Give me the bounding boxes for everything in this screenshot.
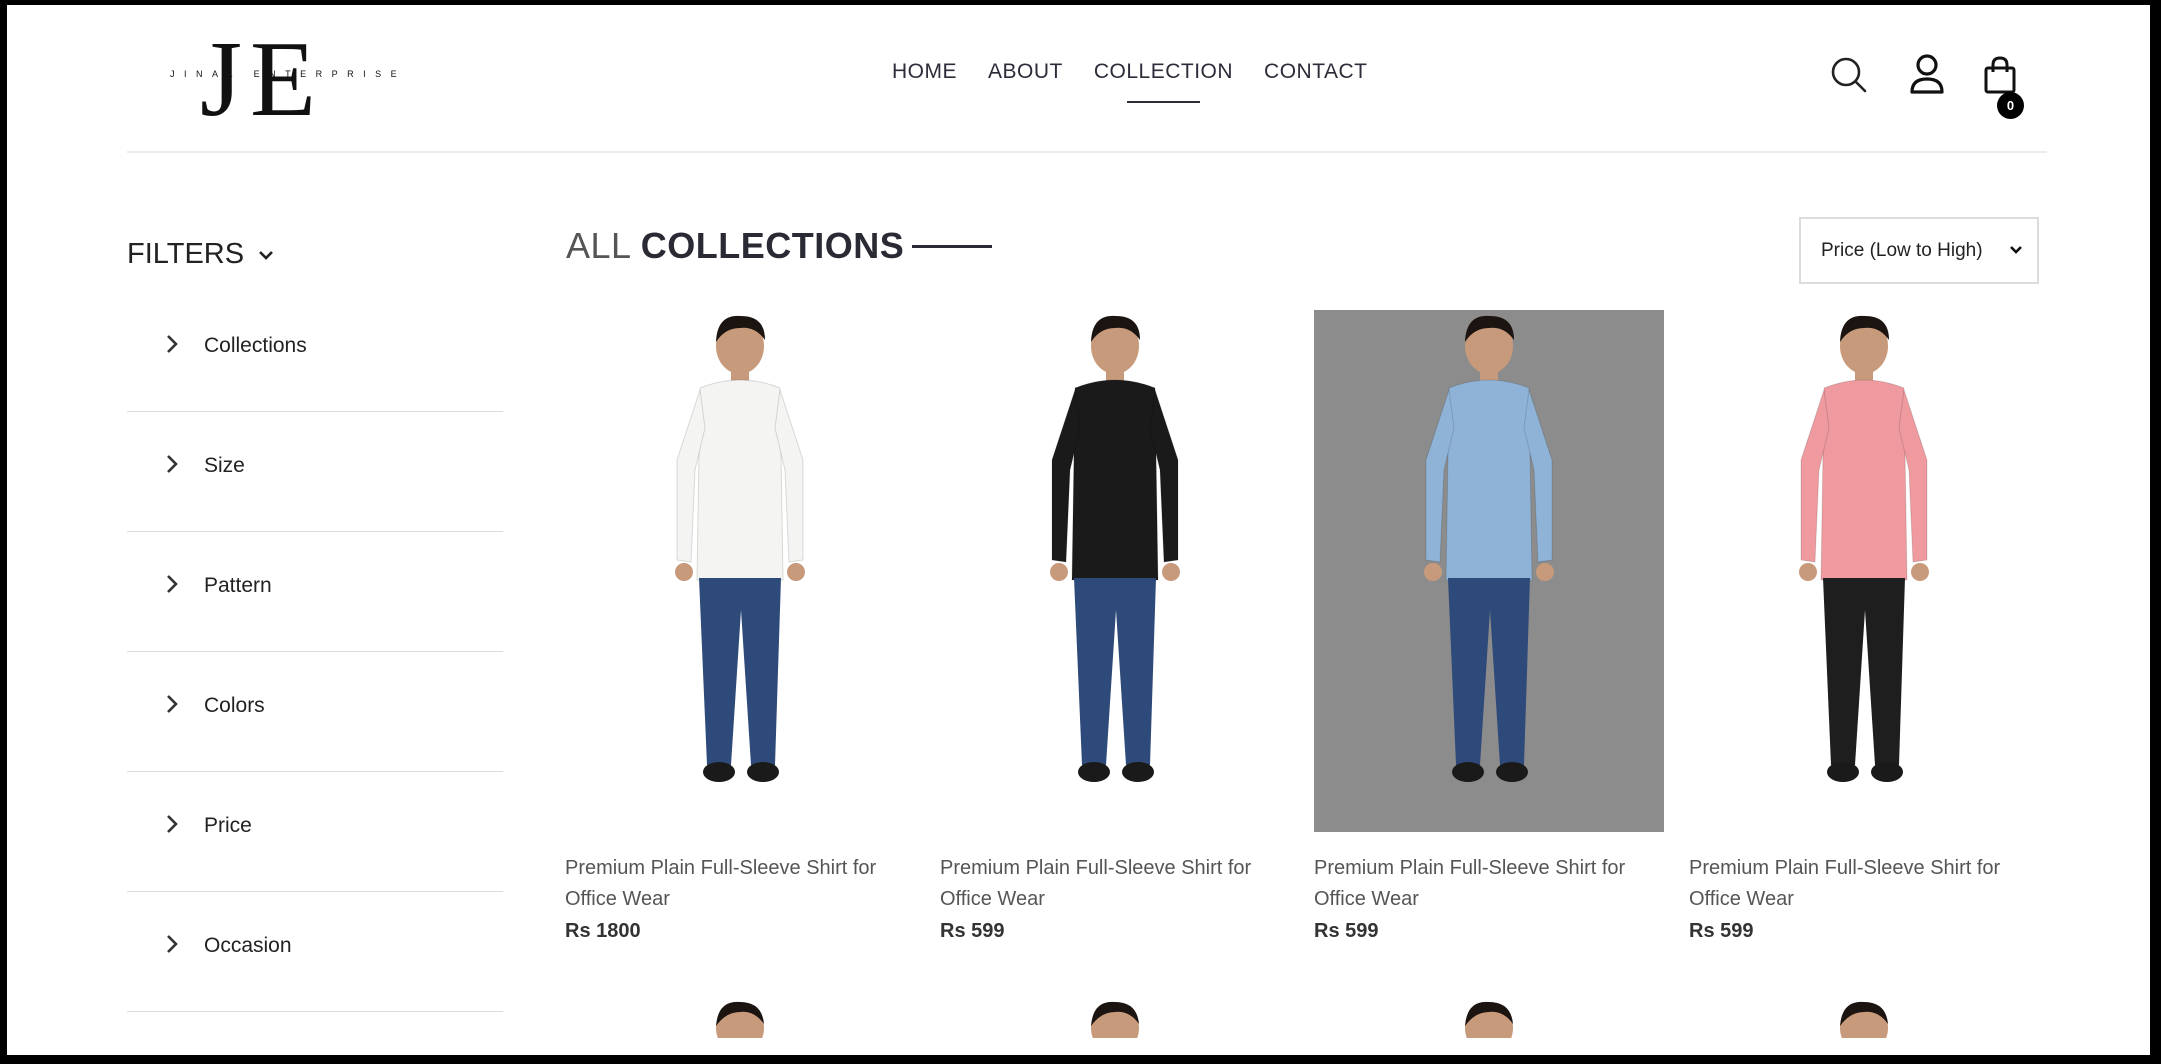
nav-home[interactable]: HOME — [892, 60, 957, 84]
chevron-down-icon — [259, 250, 274, 260]
main-nav: HOME ABOUT COLLECTION CONTACT — [892, 60, 1367, 103]
nav-contact[interactable]: CONTACT — [1264, 60, 1367, 84]
chevron-right-icon — [167, 575, 178, 593]
product-image[interactable] — [565, 310, 915, 832]
sort-value: Price (Low to High) — [1821, 239, 1983, 261]
product-price: Rs 599 — [1689, 920, 1754, 942]
filter-size[interactable]: Size — [127, 413, 503, 532]
collection-title-light: ALL — [566, 225, 631, 266]
chevron-right-icon — [167, 335, 178, 353]
sort-select[interactable]: Price (Low to High) — [1799, 217, 2039, 284]
filter-collections[interactable]: Collections — [127, 293, 503, 412]
filter-label: Size — [204, 454, 245, 477]
chevron-right-icon — [167, 935, 178, 953]
filters-toggle[interactable]: FILTERS — [127, 238, 274, 271]
svg-text:JINAL ENTERPRISE: JINAL ENTERPRISE — [170, 69, 406, 79]
filter-label: Collections — [204, 334, 307, 357]
filter-occasion[interactable]: Occasion — [127, 893, 503, 1012]
filter-label: Pattern — [204, 574, 272, 597]
brand-logo[interactable]: J E JINAL ENTERPRISE — [162, 20, 442, 139]
product-price: Rs 599 — [940, 920, 1005, 942]
filter-label: Price — [204, 814, 252, 837]
nav-about[interactable]: ABOUT — [988, 60, 1063, 84]
filter-label: Colors — [204, 694, 265, 717]
product-name[interactable]: Premium Plain Full-Sleeve Shirt for Offi… — [565, 853, 915, 915]
next-row-product-image[interactable] — [710, 998, 770, 1054]
chevron-down-icon — [2010, 246, 2022, 254]
header-divider — [127, 151, 2047, 153]
product-price: Rs 1800 — [565, 920, 641, 942]
next-row-product-image[interactable] — [1834, 998, 1894, 1054]
product-card[interactable]: Premium Plain Full-Sleeve Shirt for Offi… — [1689, 310, 2039, 943]
search-icon[interactable] — [1829, 55, 1869, 100]
product-name[interactable]: Premium Plain Full-Sleeve Shirt for Offi… — [1689, 853, 2039, 915]
next-row-product-image[interactable] — [1085, 998, 1145, 1054]
chevron-right-icon — [167, 695, 178, 713]
product-card[interactable]: Premium Plain Full-Sleeve Shirt for Offi… — [940, 310, 1290, 943]
chevron-right-icon — [167, 455, 178, 473]
product-image[interactable] — [1689, 310, 2039, 832]
product-card[interactable]: Premium Plain Full-Sleeve Shirt for Offi… — [1314, 310, 1664, 943]
filter-colors[interactable]: Colors — [127, 653, 503, 772]
product-price: Rs 599 — [1314, 920, 1379, 942]
filters-title: FILTERS — [127, 238, 245, 270]
title-underline — [912, 245, 992, 248]
product-card[interactable]: Premium Plain Full-Sleeve Shirt for Offi… — [565, 310, 915, 943]
cart-count-badge: 0 — [1997, 92, 2024, 119]
next-row-product-image[interactable] — [1459, 998, 1519, 1054]
filter-pattern[interactable]: Pattern — [127, 533, 503, 652]
chevron-right-icon — [167, 815, 178, 833]
collection-title-bold: COLLECTIONS — [640, 225, 905, 266]
filter-price[interactable]: Price — [127, 773, 503, 892]
product-name[interactable]: Premium Plain Full-Sleeve Shirt for Offi… — [1314, 853, 1664, 915]
filter-label: Occasion — [204, 934, 292, 957]
user-icon[interactable] — [1909, 53, 1945, 100]
page: J E JINAL ENTERPRISE HOME ABOUT COLLECTI… — [7, 5, 2150, 1055]
product-image[interactable] — [940, 310, 1290, 832]
nav-collection[interactable]: COLLECTION — [1094, 60, 1233, 103]
collection-title: ALL COLLECTIONS — [566, 225, 904, 267]
product-image[interactable] — [1314, 310, 1664, 832]
product-name[interactable]: Premium Plain Full-Sleeve Shirt for Offi… — [940, 853, 1290, 915]
